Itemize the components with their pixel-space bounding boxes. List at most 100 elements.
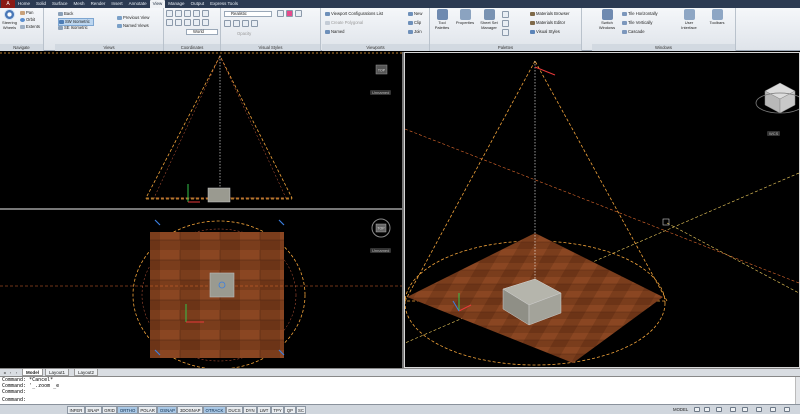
- tab-manage[interactable]: Manage: [165, 0, 187, 8]
- toggle-lwt[interactable]: LWT: [257, 406, 271, 414]
- face-style-button[interactable]: [233, 20, 240, 27]
- ucs-3point-button[interactable]: [202, 19, 209, 26]
- opacity-slider[interactable]: Opacity: [237, 31, 251, 37]
- tab-view[interactable]: View: [149, 0, 166, 8]
- coordinate-readout[interactable]: [2, 405, 66, 414]
- shadows-button[interactable]: [286, 10, 293, 17]
- view-back[interactable]: Back: [58, 11, 73, 17]
- new-viewport-button[interactable]: New: [408, 11, 422, 17]
- materials-editor-button[interactable]: Materials Editor: [530, 20, 565, 26]
- steering-wheels-button[interactable]: Steering Wheels: [0, 9, 19, 30]
- switch-windows-button[interactable]: Switch Windows: [594, 9, 620, 30]
- toggle-tpy[interactable]: TPY: [270, 406, 285, 414]
- command-input-line[interactable]: Command:: [2, 397, 26, 403]
- first-layout-arrow-icon[interactable]: ◂: [2, 370, 7, 375]
- previous-view-button[interactable]: Previous View: [117, 15, 149, 21]
- ucs-x-button[interactable]: [166, 19, 173, 26]
- ucs-y-button[interactable]: [175, 19, 182, 26]
- tab-home[interactable]: Home: [15, 0, 33, 8]
- viewport-top-label[interactable]: Unnamed: [370, 248, 392, 253]
- visual-style-dropdown[interactable]: Realistic: [224, 11, 272, 17]
- lock-icon[interactable]: [756, 407, 762, 412]
- toggle-3dosnap[interactable]: 3DOSNAP: [177, 406, 203, 414]
- workspace-switching-icon[interactable]: [742, 407, 748, 412]
- named-viewports-button[interactable]: Named: [325, 29, 345, 35]
- quick-view-layouts-icon[interactable]: [694, 407, 700, 412]
- viewport-isometric[interactable]: WCS: [404, 52, 800, 368]
- toggle-sc[interactable]: SC: [295, 406, 307, 414]
- create-polygonal-button[interactable]: Create Polygonal: [325, 20, 363, 26]
- ucs-object-button[interactable]: [202, 10, 209, 17]
- named-views-button[interactable]: Named Views: [117, 23, 149, 29]
- ucs-dropdown[interactable]: World: [186, 29, 218, 35]
- tab-mesh[interactable]: Mesh: [71, 0, 88, 8]
- toggle-osnap[interactable]: OSNAP: [157, 406, 178, 414]
- toggle-infer[interactable]: INFER: [67, 406, 85, 414]
- command-scrollbar[interactable]: [795, 377, 800, 405]
- palette-icon-3[interactable]: [502, 29, 509, 36]
- visual-styles-palette-button[interactable]: Visual Styles: [530, 29, 560, 35]
- toggle-dyn[interactable]: DYN: [243, 406, 258, 414]
- xray-button[interactable]: [277, 10, 284, 17]
- cascade-button[interactable]: Cascade: [622, 29, 645, 35]
- annotation-scale-icon[interactable]: [716, 407, 722, 412]
- command-window[interactable]: Command: *Cancel* Command: '_.zoom _e Co…: [0, 376, 800, 405]
- prev-layout-arrow-icon[interactable]: ‹: [8, 370, 13, 375]
- viewcube-wcs-label[interactable]: WCS: [767, 131, 781, 136]
- sheet-set-manager-button[interactable]: Sheet Set Manager: [477, 9, 501, 30]
- pan-button[interactable]: Pan: [20, 10, 33, 16]
- annotation-visibility-icon[interactable]: [730, 407, 736, 412]
- viewport-front-label[interactable]: Unnamed: [370, 90, 392, 95]
- extents-button[interactable]: Extents: [20, 24, 40, 30]
- ucs-view-button[interactable]: [193, 10, 200, 17]
- properties-button[interactable]: Properties: [453, 9, 477, 26]
- tab-solid[interactable]: Solid: [33, 0, 49, 8]
- materials-browser-button[interactable]: Materials Browser: [530, 11, 570, 17]
- edge-effects-button[interactable]: [295, 10, 302, 17]
- tab-render[interactable]: Render: [88, 0, 109, 8]
- toggle-qp[interactable]: QP: [284, 406, 296, 414]
- toggle-ortho[interactable]: ORTHO: [117, 406, 138, 414]
- layout-tab-layout2[interactable]: Layout2: [74, 369, 99, 376]
- lighting-button[interactable]: [242, 20, 249, 27]
- model-space-button[interactable]: MODEL: [672, 406, 689, 413]
- edges-button[interactable]: [224, 20, 231, 27]
- tab-express-tools[interactable]: Express Tools: [207, 0, 241, 8]
- view-se-isometric[interactable]: SE Isometric: [58, 25, 88, 31]
- toggle-grid[interactable]: GRID: [101, 406, 118, 414]
- application-menu-button[interactable]: A: [1, 0, 15, 8]
- layout-tab-model[interactable]: Model: [22, 369, 43, 376]
- ucs-z-button[interactable]: [184, 19, 191, 26]
- layout-tab-layout1[interactable]: Layout1: [45, 369, 70, 376]
- toggle-polar[interactable]: POLAR: [137, 406, 158, 414]
- user-interface-button[interactable]: User Interface: [676, 9, 702, 30]
- toolbars-button[interactable]: Toolbars: [704, 9, 730, 26]
- quick-view-drawings-icon[interactable]: [704, 407, 710, 412]
- clean-screen-icon[interactable]: [784, 407, 790, 412]
- color-button[interactable]: [251, 20, 258, 27]
- tab-surface[interactable]: Surface: [49, 0, 71, 8]
- viewport-top[interactable]: TOP Unnamed: [0, 210, 402, 368]
- ucs-origin-button[interactable]: [184, 10, 191, 17]
- tile-vertically-button[interactable]: Tile Vertically: [622, 20, 653, 26]
- palette-icon-2[interactable]: [502, 20, 509, 27]
- ucs-world-button[interactable]: [175, 10, 182, 17]
- palette-icon-1[interactable]: [502, 11, 509, 18]
- clip-viewport-button[interactable]: Clip: [408, 20, 421, 26]
- tab-insert[interactable]: Insert: [108, 0, 125, 8]
- tile-horizontally-button[interactable]: Tile Horizontally: [622, 11, 658, 17]
- join-viewport-button[interactable]: Join: [408, 29, 422, 35]
- tab-output[interactable]: Output: [188, 0, 208, 8]
- next-layout-arrow-icon[interactable]: ›: [14, 370, 19, 375]
- toggle-otrack[interactable]: OTRACK: [202, 406, 226, 414]
- toggle-snap[interactable]: SNAP: [84, 406, 102, 414]
- orbit-button[interactable]: Orbit: [20, 17, 35, 23]
- viewport-front[interactable]: TOP Unnamed: [0, 52, 402, 208]
- ucs-face-button[interactable]: [193, 19, 200, 26]
- tool-palettes-button[interactable]: Tool Palettes: [430, 9, 454, 30]
- isolate-objects-icon[interactable]: [770, 407, 776, 412]
- tab-annotate[interactable]: Annotate: [126, 0, 150, 8]
- toggle-ducs[interactable]: DUCS: [225, 406, 244, 414]
- viewport-configurations-list[interactable]: Viewport Configurations List: [325, 11, 383, 17]
- ucs-icon-button[interactable]: [166, 10, 173, 17]
